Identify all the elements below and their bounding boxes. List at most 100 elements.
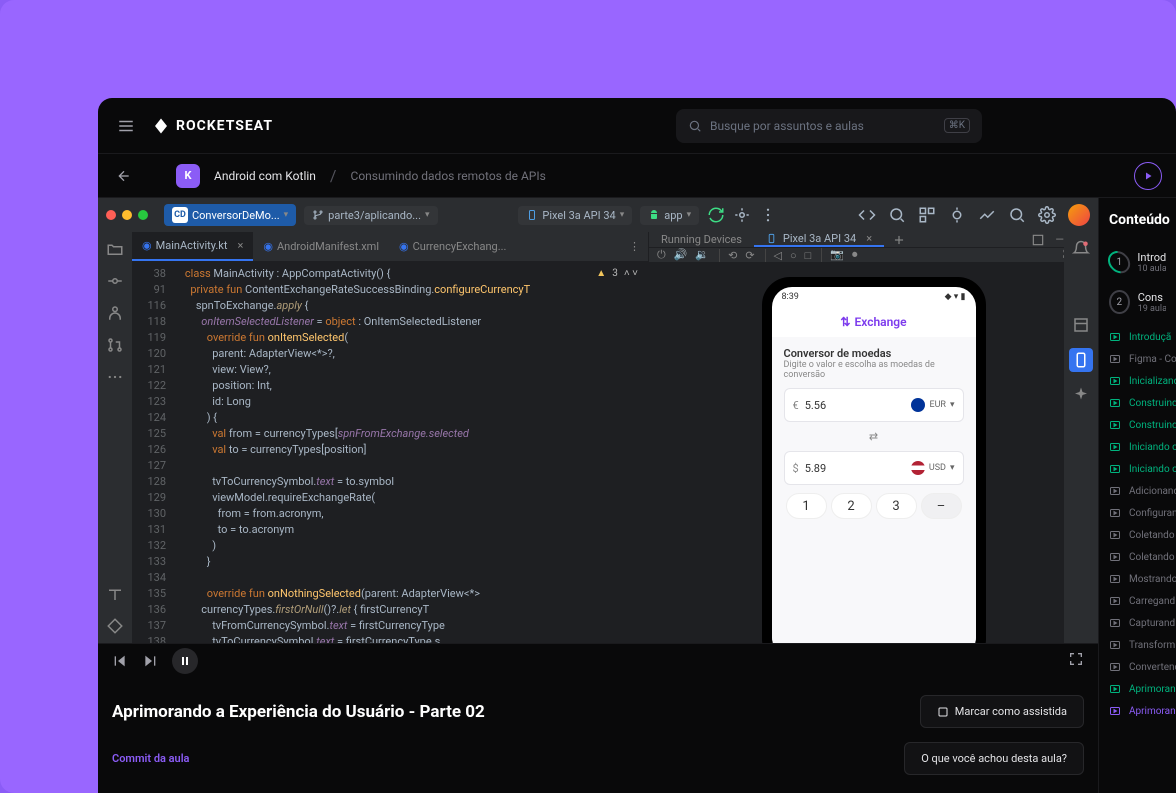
- lesson-item[interactable]: Configuran: [1099, 502, 1176, 524]
- to-currency-selector[interactable]: USD ▾: [911, 461, 955, 475]
- notifications-icon[interactable]: [1072, 240, 1090, 258]
- emulator-tab[interactable]: Pixel 3a API 34 ×: [754, 232, 884, 247]
- fullscreen-button[interactable]: [1068, 651, 1084, 667]
- minimize-icon[interactable]: —: [1055, 233, 1064, 247]
- module-item[interactable]: 1Introdu10 aulas: [1099, 242, 1176, 282]
- more-tabs-icon[interactable]: ⋮: [629, 240, 640, 253]
- from-currency-selector[interactable]: EUR ▾: [911, 398, 954, 412]
- brand-logo[interactable]: ROCKETSEAT: [152, 117, 273, 135]
- commit-link[interactable]: Commit da aula: [112, 752, 189, 765]
- lesson-item[interactable]: Mostrando: [1099, 568, 1176, 590]
- lesson-item[interactable]: Aprimoran: [1099, 678, 1176, 700]
- folder-icon[interactable]: [106, 240, 124, 258]
- keypad-key[interactable]: 2: [831, 493, 872, 519]
- project-selector[interactable]: CD ConversorDeMo... ▾: [164, 204, 296, 226]
- window-traffic-lights[interactable]: [106, 210, 148, 220]
- lesson-item[interactable]: Inicializand: [1099, 370, 1176, 392]
- file-tab[interactable]: ◉CurrencyExchang...: [389, 232, 516, 261]
- user-avatar[interactable]: [1068, 204, 1090, 226]
- lesson-item[interactable]: Construind: [1099, 414, 1176, 436]
- close-icon[interactable]: ×: [866, 232, 872, 245]
- nav-back-icon[interactable]: ◁: [774, 249, 782, 262]
- keypad-key[interactable]: 3: [876, 493, 917, 519]
- lesson-item[interactable]: Iniciando c: [1099, 436, 1176, 458]
- lesson-item[interactable]: Coletando: [1099, 524, 1176, 546]
- ai-sparkle-icon[interactable]: [1072, 386, 1090, 404]
- lesson-item[interactable]: Construind: [1099, 392, 1176, 414]
- back-button[interactable]: [112, 164, 136, 188]
- skip-forward-button[interactable]: [142, 653, 158, 669]
- lesson-item[interactable]: Aprimoran: [1099, 700, 1176, 722]
- close-icon[interactable]: ×: [237, 239, 243, 252]
- screenshot-icon[interactable]: 📷: [830, 248, 844, 262]
- lesson-item[interactable]: Introduçã: [1099, 326, 1176, 348]
- video-done-icon: [1109, 375, 1121, 387]
- download-button[interactable]: [1134, 162, 1162, 190]
- profiler-icon[interactable]: [978, 206, 996, 224]
- mark-watched-button[interactable]: Marcar como assistida: [920, 695, 1084, 728]
- window-icon[interactable]: [1031, 233, 1045, 247]
- more-icon[interactable]: [759, 206, 777, 224]
- code-icon[interactable]: [858, 206, 876, 224]
- lesson-item[interactable]: Iniciando c: [1099, 458, 1176, 480]
- to-currency-input[interactable]: $ 5.89 USD ▾: [784, 451, 964, 485]
- power-icon[interactable]: ⏻: [657, 248, 666, 262]
- lesson-item[interactable]: Convertend: [1099, 656, 1176, 678]
- layout-icon[interactable]: [1072, 316, 1090, 334]
- nav-home-icon[interactable]: ○: [790, 249, 797, 262]
- menu-button[interactable]: [112, 112, 140, 140]
- warnings-badge[interactable]: ▲3˄ ˅: [596, 266, 638, 282]
- lesson-item[interactable]: Figma - Co: [1099, 348, 1176, 370]
- volume-up-icon[interactable]: 🔊: [674, 248, 688, 262]
- breadcrumb-section[interactable]: Consumindo dados remotos de APIs: [351, 169, 546, 183]
- record-icon[interactable]: ⏺: [852, 248, 858, 262]
- search-bar[interactable]: Busque por assuntos e aulas ⌘K: [676, 109, 982, 143]
- search-everywhere-icon[interactable]: [1008, 206, 1026, 224]
- rotate-right-icon[interactable]: ⟳: [745, 249, 754, 262]
- nav-recent-icon[interactable]: □: [805, 249, 812, 262]
- keypad-key[interactable]: 1: [786, 493, 827, 519]
- text-icon[interactable]: [106, 585, 124, 603]
- lesson-item[interactable]: Capturand: [1099, 612, 1176, 634]
- play-pause-button[interactable]: [172, 648, 198, 674]
- inspect-icon[interactable]: [888, 206, 906, 224]
- module-count: 19 aulas: [1138, 304, 1166, 314]
- settings-icon[interactable]: [1038, 206, 1056, 224]
- module-item[interactable]: 2Cons19 aulas: [1099, 282, 1176, 322]
- file-tab[interactable]: ◉MainActivity.kt×: [132, 232, 253, 261]
- feedback-button[interactable]: O que você achou desta aula?: [904, 742, 1084, 775]
- skip-back-button[interactable]: [112, 653, 128, 669]
- add-tab-icon[interactable]: [892, 233, 906, 247]
- more-horizontal-icon[interactable]: [106, 368, 124, 386]
- android-icon: [648, 209, 660, 221]
- refresh-icon[interactable]: [707, 206, 725, 224]
- lesson-item[interactable]: Transform: [1099, 634, 1176, 656]
- file-tab[interactable]: ◉AndroidManifest.xml: [253, 232, 389, 261]
- code[interactable]: class MainActivity : AppCompatActivity()…: [174, 262, 648, 643]
- bookmark-icon[interactable]: [106, 304, 124, 322]
- diamond-icon[interactable]: [106, 617, 124, 635]
- structure-icon[interactable]: [918, 206, 936, 224]
- lesson-item[interactable]: Carregand: [1099, 590, 1176, 612]
- rotate-left-icon[interactable]: ⟲: [728, 249, 737, 262]
- keypad-key[interactable]: –: [921, 493, 962, 519]
- bug-icon[interactable]: [948, 206, 966, 224]
- running-devices-tab[interactable]: Running Devices: [649, 232, 754, 247]
- checkbox-icon: [937, 706, 949, 718]
- lesson-item[interactable]: Coletando: [1099, 546, 1176, 568]
- debug-icon[interactable]: [733, 206, 751, 224]
- code-area[interactable]: ▲3˄ ˅ 3891116118119120121122123124125126…: [132, 262, 648, 643]
- swap-button[interactable]: ⇄: [784, 430, 964, 443]
- volume-down-icon[interactable]: 🔉: [695, 248, 709, 262]
- emulator-panel-icon[interactable]: [1069, 348, 1093, 372]
- pull-request-icon[interactable]: [106, 336, 124, 354]
- device-selector[interactable]: Pixel 3a API 34 ▾: [518, 206, 632, 225]
- run-config-selector[interactable]: app ▾: [640, 206, 699, 225]
- commit-icon[interactable]: [106, 272, 124, 290]
- git-branch-selector[interactable]: parte3/aplicando... ▾: [304, 206, 437, 225]
- phone-screen[interactable]: 8:39 ◆ ▾ ▮ ⇅ Exchange: [772, 287, 976, 643]
- breadcrumb-course[interactable]: Android com Kotlin: [214, 169, 316, 183]
- lesson-item[interactable]: Adicionand: [1099, 480, 1176, 502]
- video-icon: [1109, 573, 1121, 585]
- from-currency-input[interactable]: € 5.56 EUR ▾: [784, 388, 964, 422]
